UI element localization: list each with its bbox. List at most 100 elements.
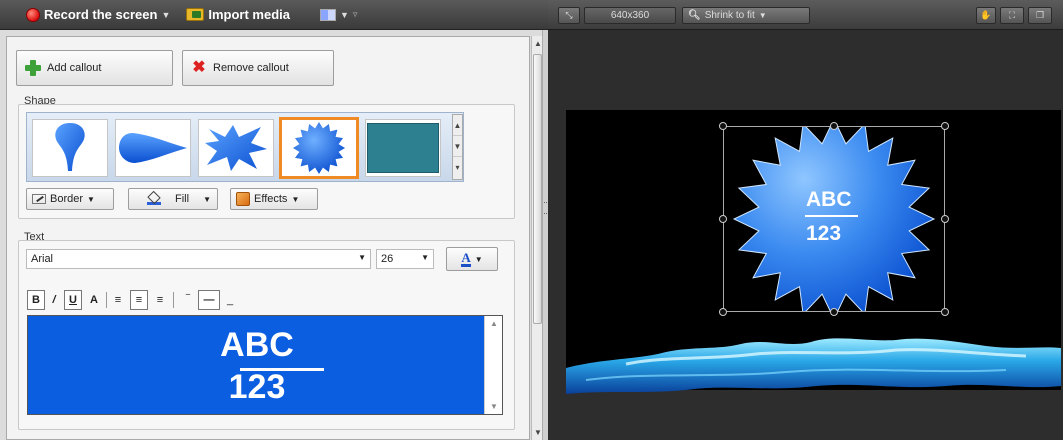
resolution-value: 640x360 bbox=[610, 10, 650, 21]
add-callout-button[interactable]: Add callout bbox=[16, 50, 173, 86]
border-pen-icon bbox=[32, 194, 46, 204]
screen: Record the screen ▼ Import media ▼ ▿ Add… bbox=[0, 0, 1063, 440]
grip-icon bbox=[544, 202, 547, 214]
toolbar-separator bbox=[173, 292, 174, 308]
chevron-down-icon: ▼ bbox=[421, 253, 429, 262]
resize-handle-ne[interactable] bbox=[941, 122, 949, 130]
fullscreen-icon: ⛶ bbox=[1008, 10, 1016, 20]
callout-text-line1: ABC bbox=[806, 188, 852, 211]
valign-middle-button[interactable]: — bbox=[198, 290, 220, 310]
chevron-down-icon: ▼ bbox=[474, 254, 483, 264]
align-center-button[interactable]: ≡ bbox=[130, 290, 148, 310]
effects-dropdown[interactable]: Effects ▼ bbox=[230, 188, 318, 210]
resize-handle-e[interactable] bbox=[941, 215, 949, 223]
align-left-button[interactable]: ≡ bbox=[111, 290, 125, 310]
chevron-down-icon: ▼ bbox=[758, 11, 767, 20]
callout-text-underline bbox=[805, 215, 858, 217]
add-callout-label: Add callout bbox=[47, 62, 102, 74]
burst-shape-icon bbox=[205, 125, 267, 171]
starburst-shape-icon bbox=[293, 122, 345, 174]
scroll-up-icon[interactable]: ▲ bbox=[490, 319, 498, 328]
fullscreen-button[interactable]: ⛶ bbox=[1000, 7, 1024, 24]
rectangle-shape-icon bbox=[367, 123, 439, 173]
font-family-value: Arial bbox=[31, 253, 54, 265]
scroll-down-icon[interactable]: ▼ bbox=[453, 136, 462, 157]
text-editor-scrollbar[interactable]: ▲ ▼ bbox=[484, 316, 502, 414]
chevron-down-icon: ▼ bbox=[358, 253, 366, 262]
fill-bucket-icon bbox=[147, 193, 161, 205]
shape-burst[interactable] bbox=[198, 119, 274, 177]
water-image bbox=[566, 338, 1061, 394]
remove-callout-button[interactable]: ✖ Remove callout bbox=[182, 50, 334, 86]
shape-gallery-scrollbar[interactable]: ▲ ▼ ▾ bbox=[452, 114, 463, 180]
resize-handle-s[interactable] bbox=[830, 308, 838, 316]
properties-scrollbar[interactable]: ▲ ▼ bbox=[531, 36, 542, 440]
align-right-button[interactable]: ≡ bbox=[153, 290, 167, 310]
valign-bottom-button[interactable]: _ bbox=[223, 290, 237, 310]
italic-button[interactable]: / bbox=[47, 290, 61, 310]
canvas-size-button[interactable]: ⤡ bbox=[558, 7, 580, 24]
resize-handle-w[interactable] bbox=[719, 215, 727, 223]
toolbar-separator bbox=[106, 292, 107, 308]
teardrop-shape-icon bbox=[55, 123, 85, 171]
font-color-button[interactable]: A ▼ bbox=[446, 247, 498, 271]
underline-button[interactable]: U bbox=[64, 290, 82, 310]
zoom-dropdown[interactable]: 🔍︎ Shrink to fit ▼ bbox=[682, 7, 810, 24]
chevron-down-icon: ▼ bbox=[203, 194, 211, 204]
resolution-display[interactable]: 640x360 bbox=[584, 7, 676, 24]
scroll-down-icon[interactable]: ▼ bbox=[490, 402, 498, 411]
layout-icon bbox=[319, 8, 336, 21]
resize-handle-sw[interactable] bbox=[719, 308, 727, 316]
chevron-down-icon: ▼ bbox=[291, 194, 300, 204]
detach-button[interactable]: ❐ bbox=[1028, 7, 1052, 24]
chevron-down-icon: ▼ bbox=[339, 9, 349, 20]
editor-text-line1: ABC bbox=[220, 326, 294, 364]
effects-label: Effects bbox=[254, 193, 288, 205]
zoom-value: Shrink to fit bbox=[704, 10, 755, 21]
scrollbar-thumb[interactable] bbox=[533, 54, 542, 324]
scroll-up-icon[interactable]: ▲ bbox=[453, 115, 462, 136]
bold-button[interactable]: B bbox=[27, 290, 45, 310]
border-dropdown[interactable]: Border ▼ bbox=[26, 188, 114, 210]
font-family-select[interactable]: Arial ▼ bbox=[26, 249, 371, 269]
import-label: Import media bbox=[208, 7, 290, 22]
fill-dropdown[interactable]: Fill ▼ bbox=[128, 188, 218, 210]
font-size-select[interactable]: 26 ▼ bbox=[376, 249, 434, 269]
shape-rectangle[interactable] bbox=[365, 119, 441, 177]
shape-comet[interactable] bbox=[115, 119, 191, 177]
layout-menu-button[interactable]: ▼ ▿ bbox=[319, 8, 358, 21]
editor-text-line2: 123 bbox=[228, 368, 286, 406]
effects-icon bbox=[236, 192, 250, 206]
shape-teardrop[interactable] bbox=[32, 119, 108, 177]
resize-handle-n[interactable] bbox=[830, 122, 838, 130]
left-panel: Record the screen ▼ Import media ▼ ▿ Add… bbox=[0, 0, 548, 440]
record-label: Record the screen bbox=[44, 7, 158, 22]
preview-toolbar: ⤡ 640x360 🔍︎ Shrink to fit ▼ ✋ ⛶ ❐ bbox=[548, 0, 1063, 30]
font-size-value: 26 bbox=[381, 253, 394, 265]
import-media-button[interactable]: Import media bbox=[186, 7, 290, 22]
record-screen-button[interactable]: Record the screen ▼ bbox=[26, 7, 170, 22]
font-style-a-button[interactable]: A bbox=[87, 290, 101, 310]
chevron-down-icon: ▼ bbox=[87, 194, 95, 204]
expand-gallery-icon[interactable]: ▾ bbox=[453, 157, 462, 178]
callout-text-editor[interactable]: ABC 123 bbox=[27, 315, 503, 415]
resize-icon: ⤡ bbox=[565, 10, 573, 20]
resize-handle-se[interactable] bbox=[941, 308, 949, 316]
scroll-up-icon[interactable]: ▲ bbox=[534, 39, 542, 48]
valign-top-button[interactable]: ‾ bbox=[181, 290, 195, 310]
add-icon bbox=[25, 60, 41, 76]
shape-starburst[interactable] bbox=[279, 117, 359, 179]
preview-canvas[interactable]: ABC 123 bbox=[566, 110, 1061, 394]
pan-button[interactable]: ✋ bbox=[976, 7, 996, 24]
main-toolbar: Record the screen ▼ Import media ▼ ▿ bbox=[0, 0, 548, 30]
detach-icon: ❐ bbox=[1035, 10, 1045, 20]
border-label: Border bbox=[50, 193, 84, 205]
scroll-down-icon[interactable]: ▼ bbox=[534, 428, 542, 437]
fill-label: Fill bbox=[175, 193, 190, 205]
shape-gallery bbox=[26, 112, 464, 182]
record-icon bbox=[26, 7, 40, 22]
resize-handle-nw[interactable] bbox=[719, 122, 727, 130]
selection-box bbox=[723, 126, 945, 312]
remove-icon: ✖ bbox=[192, 59, 206, 76]
overflow-icon: ▿ bbox=[352, 9, 358, 19]
